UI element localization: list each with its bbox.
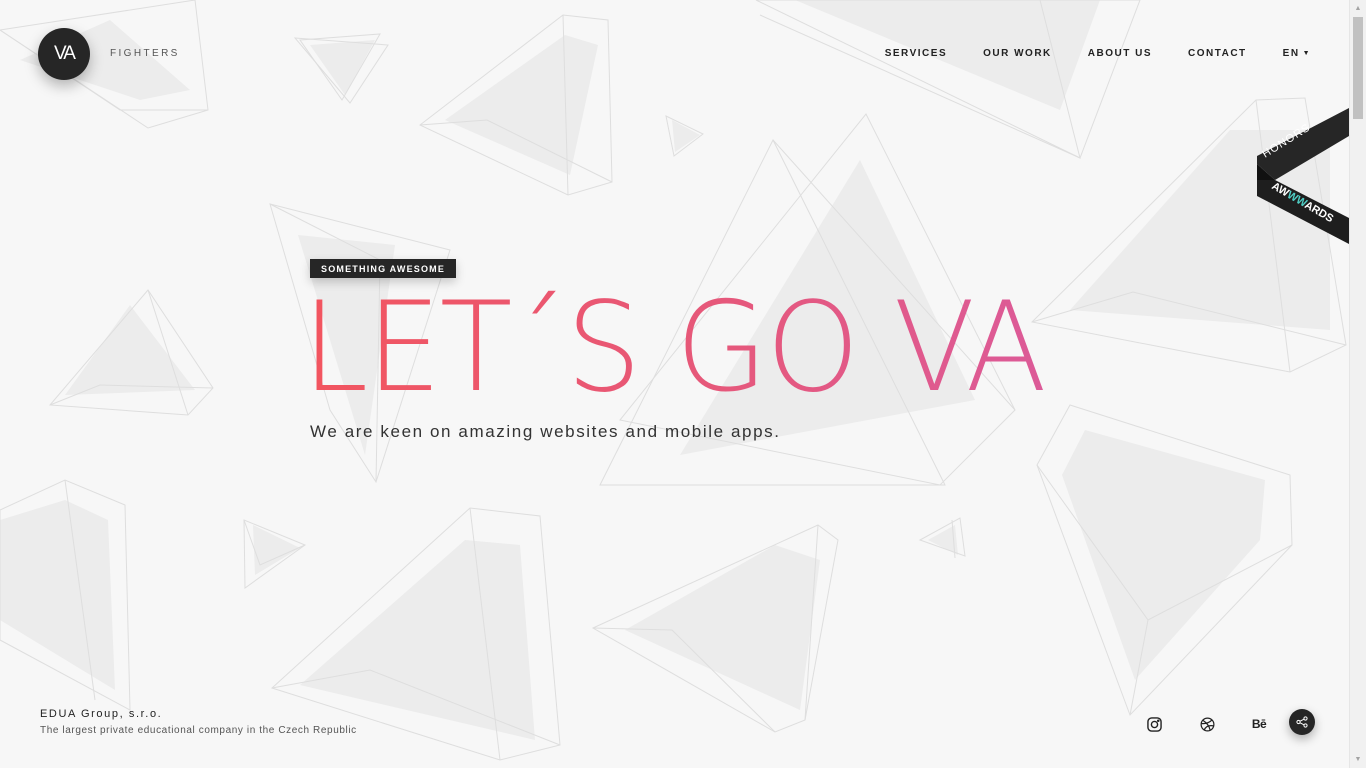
instagram-icon[interactable] <box>1142 712 1166 736</box>
chevron-down-icon: ▼ <box>1302 50 1311 57</box>
behance-label: Bē <box>1251 717 1267 731</box>
dribbble-icon[interactable] <box>1195 712 1219 736</box>
hero-title: LET´S GO VA <box>302 276 1047 420</box>
scroll-down-icon[interactable]: ▼ <box>1350 751 1366 768</box>
share-icon <box>1296 716 1308 728</box>
scrollbar-thumb[interactable] <box>1353 17 1363 119</box>
behance-icon[interactable]: Bē <box>1247 712 1271 736</box>
brand-tagline: FIGHTERS <box>110 48 180 59</box>
language-selector[interactable]: EN ▼ <box>1283 48 1311 59</box>
awwwards-ribbon[interactable]: HONORS AWWWARDS <box>1257 108 1349 244</box>
logo-text: VA <box>54 43 76 64</box>
nav-about-us[interactable]: ABOUT US <box>1088 48 1152 59</box>
company-description: The largest private educational company … <box>40 725 357 736</box>
nav-services[interactable]: SERVICES <box>885 48 947 59</box>
nav-our-work[interactable]: OUR WORK <box>983 48 1052 59</box>
scrollbar[interactable]: ▲ ▼ <box>1349 0 1366 768</box>
share-button[interactable] <box>1289 709 1315 735</box>
company-name: EDUA Group, s.r.o. <box>40 708 163 720</box>
main-nav: SERVICES OUR WORK ABOUT US CONTACT EN ▼ <box>849 48 1311 59</box>
page: VA FIGHTERS SERVICES OUR WORK ABOUT US C… <box>0 0 1366 768</box>
hero-subtitle: We are keen on amazing websites and mobi… <box>310 422 781 441</box>
scroll-up-icon[interactable]: ▲ <box>1350 0 1366 17</box>
logo[interactable]: VA <box>38 28 90 80</box>
nav-contact[interactable]: CONTACT <box>1188 48 1247 59</box>
language-label: EN <box>1282 48 1300 59</box>
